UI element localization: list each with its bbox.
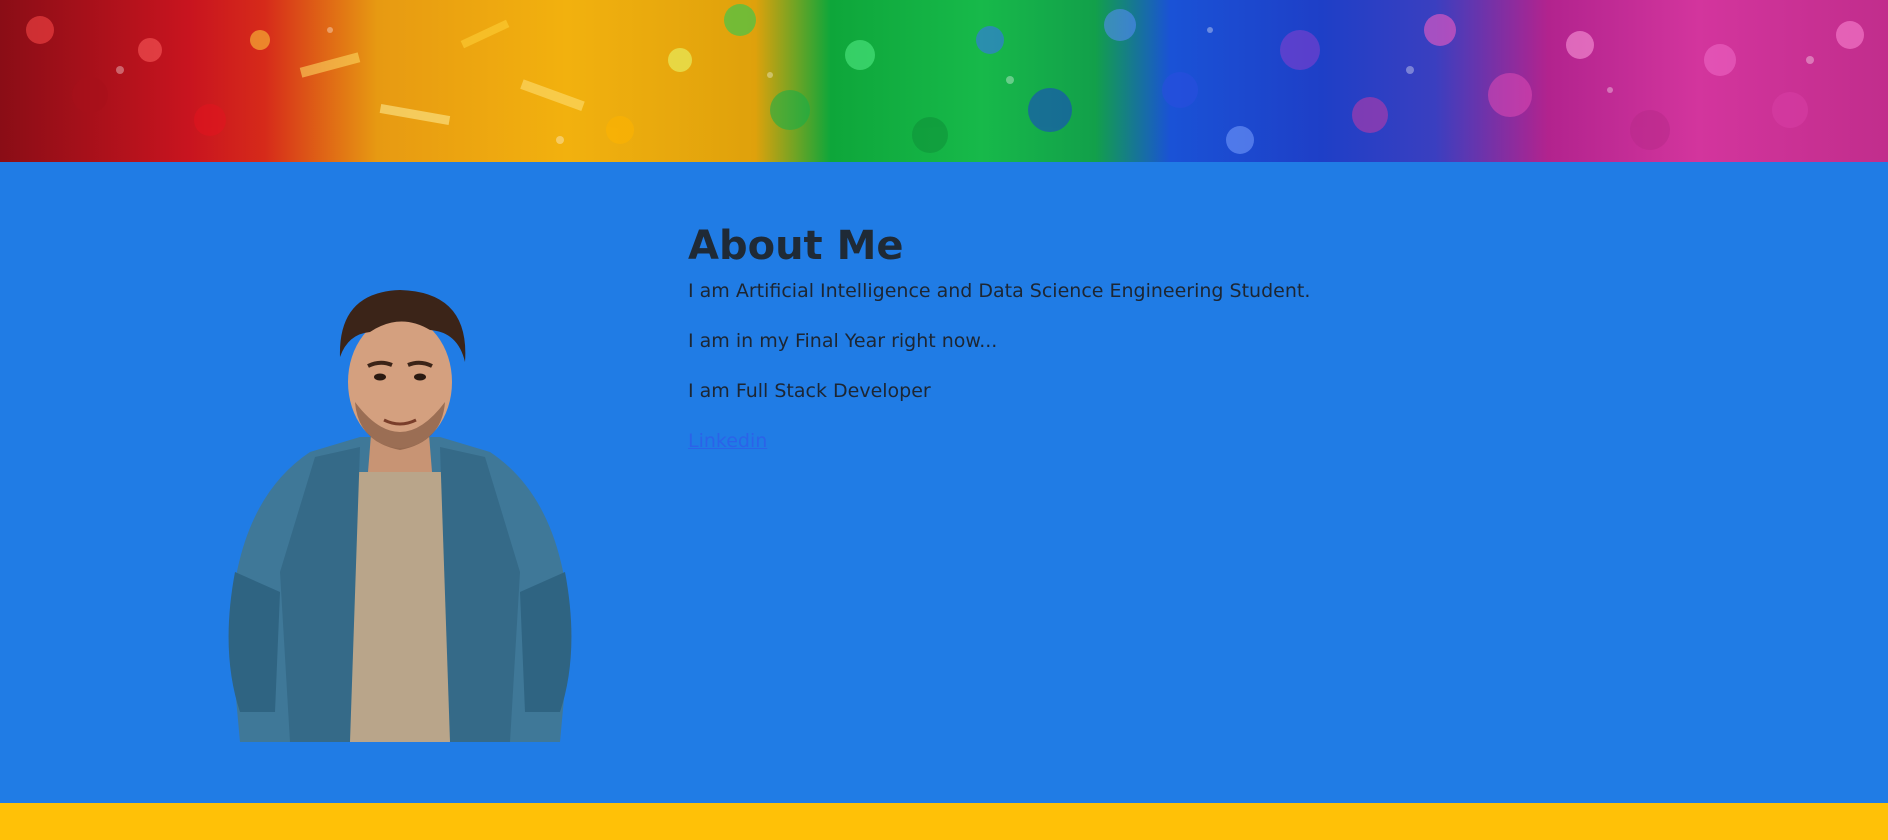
about-line-role: I am Full Stack Developer xyxy=(688,380,931,402)
about-line-year: I am in my Final Year right now... xyxy=(688,330,998,352)
page-title: About Me xyxy=(688,223,904,269)
about-line-study: I am Artificial Intelligence and Data Sc… xyxy=(688,280,1311,302)
about-content: About Me I am Artificial Intelligence an… xyxy=(688,222,1588,454)
footer-bar xyxy=(0,803,1888,840)
glitter-texture xyxy=(26,4,1864,154)
linkedin-link[interactable]: Linkedin xyxy=(688,430,767,452)
profile-photo xyxy=(228,290,572,742)
about-section: About Me I am Artificial Intelligence an… xyxy=(0,162,1888,803)
glitter-banner-image xyxy=(0,0,1888,162)
